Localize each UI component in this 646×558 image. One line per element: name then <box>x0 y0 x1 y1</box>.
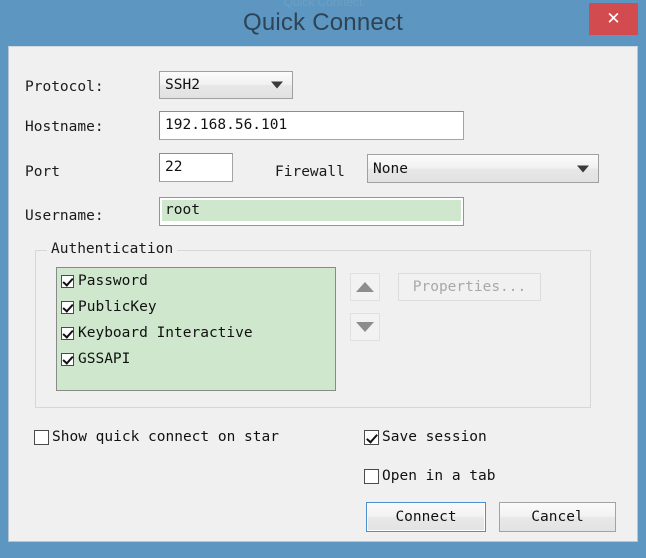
authentication-legend: Authentication <box>47 241 178 257</box>
username-label: Username: <box>25 208 104 224</box>
show-quick-connect-label: Show quick connect on star <box>52 429 279 445</box>
checkbox-open-in-tab[interactable] <box>364 468 379 484</box>
list-item[interactable]: Password <box>57 268 335 294</box>
move-up-button[interactable] <box>350 273 380 301</box>
triangle-down-icon <box>356 322 374 332</box>
firewall-select[interactable]: None <box>367 154 599 183</box>
show-quick-connect-checkbox-row[interactable]: Show quick connect on star <box>34 429 279 445</box>
checkbox-password[interactable] <box>61 274 74 288</box>
list-item[interactable]: Keyboard Interactive <box>57 320 335 346</box>
authentication-method-list[interactable]: Password PublicKey Keyboard Interactive … <box>56 267 336 391</box>
move-down-button[interactable] <box>350 313 380 341</box>
dialog-body: Protocol: SSH2 Hostname: 192.168.56.101 … <box>8 46 638 542</box>
properties-button[interactable]: Properties... <box>398 273 541 301</box>
save-session-checkbox-row[interactable]: Save session <box>364 429 487 445</box>
close-icon[interactable]: ✕ <box>589 3 638 35</box>
firewall-label: Firewall <box>275 164 345 180</box>
list-item-label: Password <box>78 273 148 289</box>
username-input[interactable]: root <box>159 197 464 226</box>
hostname-label: Hostname: <box>25 119 104 135</box>
hostname-input[interactable]: 192.168.56.101 <box>159 111 464 140</box>
checkbox-gssapi[interactable] <box>61 352 74 366</box>
connect-button[interactable]: Connect <box>366 502 486 532</box>
protocol-value: SSH2 <box>165 77 200 93</box>
list-item-label: Keyboard Interactive <box>78 325 253 341</box>
protocol-select[interactable]: SSH2 <box>159 71 293 99</box>
checkbox-publickey[interactable] <box>61 300 74 314</box>
open-in-tab-label: Open in a tab <box>382 468 496 484</box>
hostname-value: 192.168.56.101 <box>165 117 288 134</box>
cancel-button[interactable]: Cancel <box>499 502 616 532</box>
save-session-label: Save session <box>382 429 487 445</box>
open-in-tab-checkbox-row[interactable]: Open in a tab <box>364 468 496 484</box>
username-value: root <box>162 200 461 221</box>
triangle-up-icon <box>356 282 374 292</box>
firewall-value: None <box>373 160 408 177</box>
checkbox-save-session[interactable] <box>364 429 379 445</box>
checkbox-keyboard-interactive[interactable] <box>61 326 74 340</box>
chevron-down-icon <box>577 165 589 172</box>
list-item[interactable]: GSSAPI <box>57 346 335 372</box>
clipped-background-title: Quick Connect <box>283 0 363 9</box>
checkbox-show-quick-connect[interactable] <box>34 429 49 445</box>
title-bar: Quick Connect Quick Connect ✕ <box>0 0 646 48</box>
list-item-label: GSSAPI <box>78 351 131 367</box>
port-value: 22 <box>165 159 183 176</box>
port-label: Port <box>25 164 60 180</box>
chevron-down-icon <box>271 81 283 89</box>
port-input[interactable]: 22 <box>159 153 233 182</box>
protocol-label: Protocol: <box>25 79 104 95</box>
list-item-label: PublicKey <box>78 299 157 315</box>
dialog-title: Quick Connect <box>242 9 403 36</box>
quick-connect-dialog: Quick Connect Quick Connect ✕ Protocol: … <box>0 0 646 558</box>
list-item[interactable]: PublicKey <box>57 294 335 320</box>
